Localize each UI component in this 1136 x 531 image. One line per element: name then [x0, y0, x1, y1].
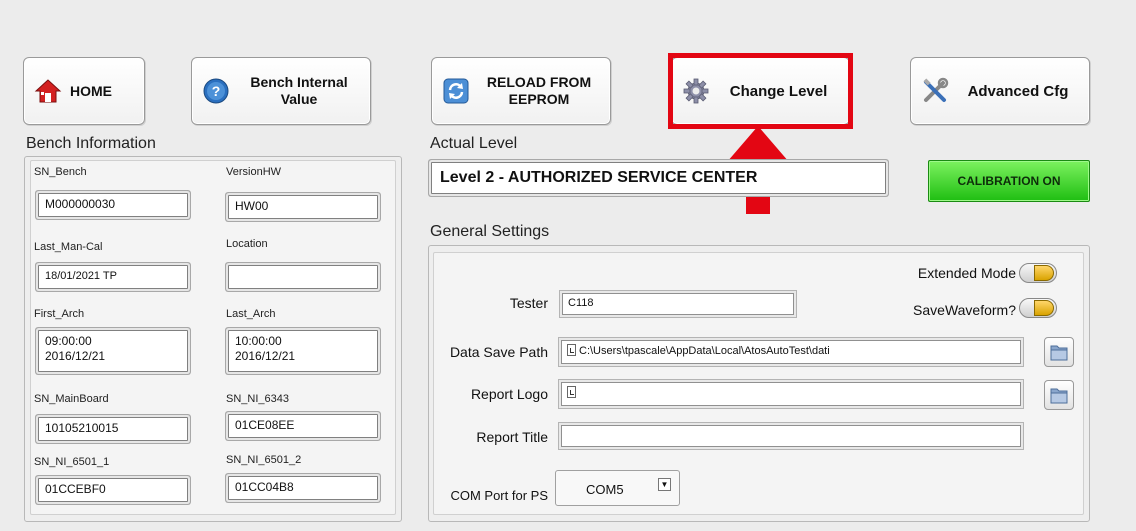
- last-arch-label: Last_Arch: [226, 308, 276, 320]
- reload-from-eeprom-label: RELOAD FROM EEPROM: [486, 74, 592, 107]
- last-man-cal-label: Last_Man-Cal: [34, 241, 103, 253]
- report-title-label: Report Title: [476, 429, 548, 445]
- help-icon: ?: [203, 78, 229, 104]
- toggle-knob: [1034, 300, 1054, 316]
- data-save-path-field[interactable]: C:\Users\tpascale\AppData\Local\AtosAuto…: [561, 340, 1021, 364]
- tester-field[interactable]: C118: [562, 293, 794, 315]
- path-icon: [567, 386, 576, 398]
- path-icon: [567, 344, 576, 356]
- sn-bench-field: M000000030: [38, 193, 188, 217]
- version-hw-label: VersionHW: [226, 166, 282, 178]
- sn-ni-6343-label: SN_NI_6343: [226, 393, 289, 405]
- actual-level-title: Actual Level: [430, 135, 518, 152]
- extended-mode-toggle[interactable]: [1019, 263, 1057, 283]
- com-port-label: COM Port for PS: [450, 488, 548, 503]
- svg-text:?: ?: [212, 83, 221, 99]
- reload-from-eeprom-button[interactable]: RELOAD FROM EEPROM: [431, 57, 611, 125]
- home-label: HOME: [70, 82, 112, 99]
- sn-ni-6501-1-field: 01CCEBF0: [38, 478, 188, 502]
- browse-report-logo-button[interactable]: [1044, 380, 1074, 410]
- report-logo-label: Report Logo: [470, 386, 548, 402]
- sn-mainboard-label: SN_MainBoard: [34, 393, 109, 405]
- data-save-path-label: Data Save Path: [449, 344, 548, 360]
- first-arch-label: First_Arch: [34, 308, 85, 320]
- location-field: [228, 265, 378, 289]
- last-man-cal-field: 18/01/2021 TP: [38, 265, 188, 289]
- tools-icon: [923, 77, 949, 102]
- com-port-value: COM5: [586, 482, 624, 497]
- home-button[interactable]: HOME: [23, 57, 145, 125]
- sn-bench-label: SN_Bench: [34, 166, 87, 178]
- calibration-on-indicator[interactable]: CALIBRATION ON: [928, 160, 1090, 202]
- actual-level-field: Level 2 - AUTHORIZED SERVICE CENTER: [431, 162, 886, 194]
- data-save-path-value: C:\Users\tpascale\AppData\Local\AtosAuto…: [579, 345, 830, 357]
- change-level-highlight: [668, 53, 853, 129]
- folder-icon: [1050, 388, 1068, 404]
- toggle-knob: [1034, 265, 1054, 281]
- sn-ni-6501-1-label: SN_NI_6501_1: [34, 456, 110, 468]
- sn-ni-6343-field: 01CE08EE: [228, 414, 378, 438]
- tester-label: Tester: [509, 295, 548, 311]
- extended-mode-label: Extended Mode: [917, 265, 1016, 281]
- bench-internal-value-button[interactable]: ? Bench Internal Value: [191, 57, 371, 125]
- sn-ni-6501-2-label: SN_NI_6501_2: [226, 454, 302, 466]
- folder-icon: [1050, 345, 1068, 361]
- report-logo-field[interactable]: [561, 382, 1021, 406]
- bench-information-title: Bench Information: [26, 135, 156, 152]
- sn-mainboard-field: 10105210015: [38, 417, 188, 441]
- browse-data-path-button[interactable]: [1044, 337, 1074, 367]
- location-label: Location: [226, 238, 268, 250]
- bench-internal-value-label: Bench Internal Value: [250, 74, 348, 107]
- report-title-field[interactable]: [561, 425, 1021, 447]
- first-arch-field: 09:00:00 2016/12/21: [38, 330, 188, 372]
- refresh-icon: [443, 78, 469, 104]
- advanced-cfg-label: Advanced Cfg: [967, 82, 1069, 100]
- version-hw-field: HW00: [228, 195, 378, 219]
- house-icon: [34, 79, 62, 103]
- last-arch-field: 10:00:00 2016/12/21: [228, 330, 378, 372]
- save-waveform-label: SaveWaveform?: [913, 302, 1016, 318]
- save-waveform-toggle[interactable]: [1019, 298, 1057, 318]
- general-settings-title: General Settings: [430, 223, 550, 240]
- chevron-down-icon[interactable]: ▼: [658, 478, 671, 491]
- sn-ni-6501-2-field: 01CC04B8: [228, 476, 378, 500]
- com-port-select[interactable]: COM5 ▼: [555, 470, 680, 506]
- advanced-cfg-button[interactable]: Advanced Cfg: [910, 57, 1090, 125]
